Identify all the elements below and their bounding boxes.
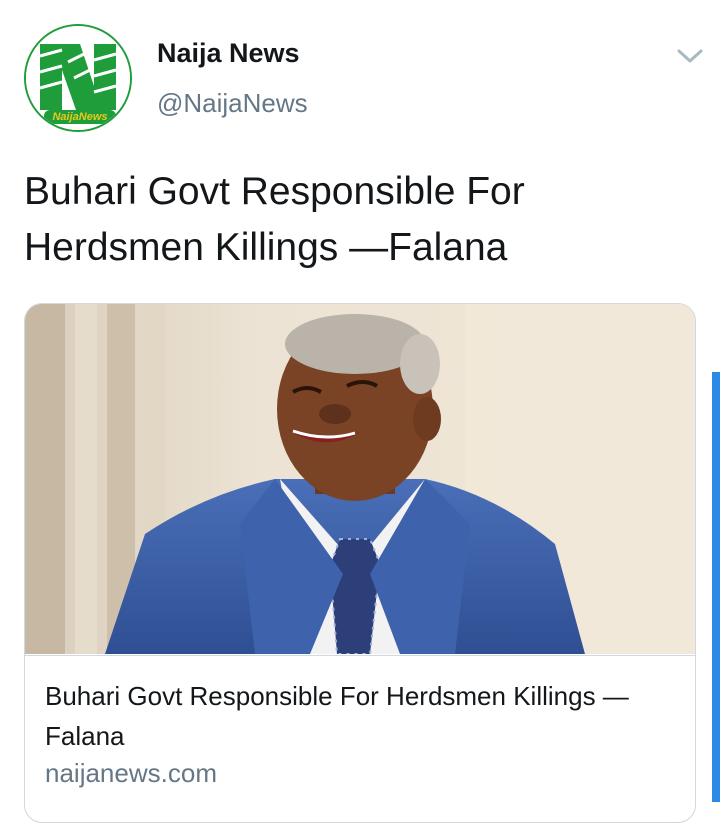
scroll-indicator [712, 372, 720, 802]
tweet-text: Buhari Govt Responsible For Herdsmen Kil… [24, 170, 525, 269]
card-body[interactable]: Buhari Govt Responsible For Herdsmen Kil… [25, 655, 695, 788]
avatar-logo-text: NaijaNews [44, 110, 116, 124]
card-image[interactable] [25, 304, 695, 654]
author-name[interactable]: Naija News [157, 38, 300, 69]
card-domain[interactable]: naijanews.com [45, 758, 217, 789]
tweet-header: NaijaNews Naija News @NaijaNews [24, 24, 704, 136]
author-handle[interactable]: @NaijaNews [157, 88, 308, 119]
card-title[interactable]: Buhari Govt Responsible For Herdsmen Kil… [45, 676, 685, 756]
chevron-down-icon[interactable] [675, 44, 705, 68]
avatar[interactable]: NaijaNews [24, 24, 132, 132]
link-card[interactable]: Buhari Govt Responsible For Herdsmen Kil… [24, 303, 696, 823]
